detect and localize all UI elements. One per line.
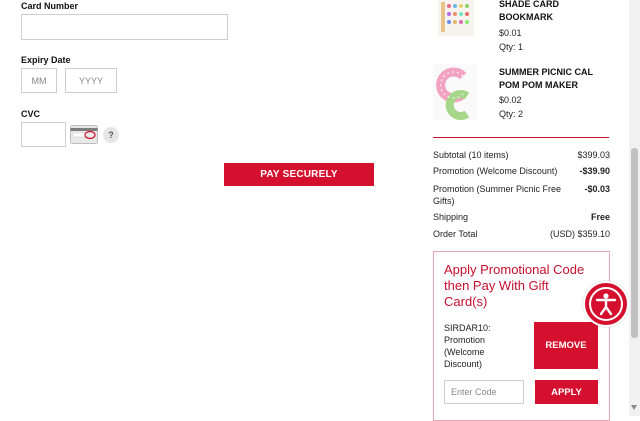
product-image-shade-card (435, 0, 477, 38)
applied-promo-code: SIRDAR10: Promotion (Welcome Discount) (444, 323, 491, 369)
promo1-label: Promotion (Welcome Discount) (433, 166, 558, 176)
total-value: (USD) $359.10 (549, 229, 610, 239)
summary-subtotal-row: Subtotal (10 items) $399.03 (433, 150, 610, 160)
promo-title: Apply Promotional Code then Pay With Gif… (444, 262, 585, 309)
product-name-pom-pom-maker: SUMMER PICNIC CAL POM POM MAKER (499, 67, 593, 90)
scroll-down-arrow-icon[interactable] (631, 405, 637, 410)
shipping-label: Shipping (433, 212, 469, 222)
card-number-label: Card Number (21, 1, 79, 11)
expiry-year-input[interactable]: YYYY (65, 68, 117, 93)
subtotal-value: $399.03 (577, 150, 610, 160)
product-name-shade-card: SHADE CARD BOOKMARK (499, 0, 560, 22)
remove-promo-button[interactable]: REMOVE (534, 322, 598, 369)
total-label: Order Total (433, 229, 478, 239)
promo2-value: -$0.03 (584, 184, 610, 194)
promo-code-placeholder: Enter Code (451, 387, 497, 397)
accessibility-icon (589, 287, 623, 321)
expiry-year-placeholder: YYYY (78, 76, 103, 86)
summary-shipping-row: Shipping Free (433, 212, 610, 222)
product-price-shade-card: $0.01 (499, 28, 522, 38)
subtotal-label: Subtotal (10 items) (433, 150, 509, 160)
summary-total-row: Order Total (USD) $359.10 (433, 229, 610, 239)
expiry-month-input[interactable]: MM (21, 68, 57, 93)
card-back-icon (70, 125, 98, 144)
apply-promo-button[interactable]: APPLY (535, 380, 598, 404)
page-scrollbar[interactable] (629, 0, 640, 416)
promo-code-input[interactable]: Enter Code (444, 380, 524, 404)
expiry-month-placeholder: MM (31, 76, 47, 86)
pay-securely-button[interactable]: PAY SECURELY (224, 163, 374, 186)
cvc-input[interactable] (21, 122, 66, 147)
cvc-help-icon[interactable]: ? (103, 127, 119, 143)
accessibility-button[interactable] (583, 281, 629, 327)
summary-promo2-row: Promotion (Summer Picnic Free Gifts) -$0… (433, 183, 610, 207)
cvc-label: CVC (21, 109, 41, 119)
promo1-value: -$39.90 (579, 166, 610, 176)
promo2-label-line1: Promotion (Summer Picnic Free (433, 184, 562, 194)
promo2-label-line2: Gifts) (433, 196, 455, 206)
card-number-input[interactable] (21, 14, 228, 40)
product-qty-pom-pom-maker: Qty: 2 (499, 109, 524, 119)
product-qty-shade-card: Qty: 1 (499, 42, 524, 52)
product-price-pom-pom-maker: $0.02 (499, 95, 522, 105)
summary-promo1-row: Promotion (Welcome Discount) -$39.90 (433, 166, 610, 176)
shipping-value: Free (590, 212, 610, 222)
scrollbar-thumb[interactable] (631, 148, 638, 338)
product-image-pom-pom-maker (433, 64, 477, 120)
expiry-date-label: Expiry Date (21, 55, 71, 65)
summary-divider (433, 137, 609, 138)
